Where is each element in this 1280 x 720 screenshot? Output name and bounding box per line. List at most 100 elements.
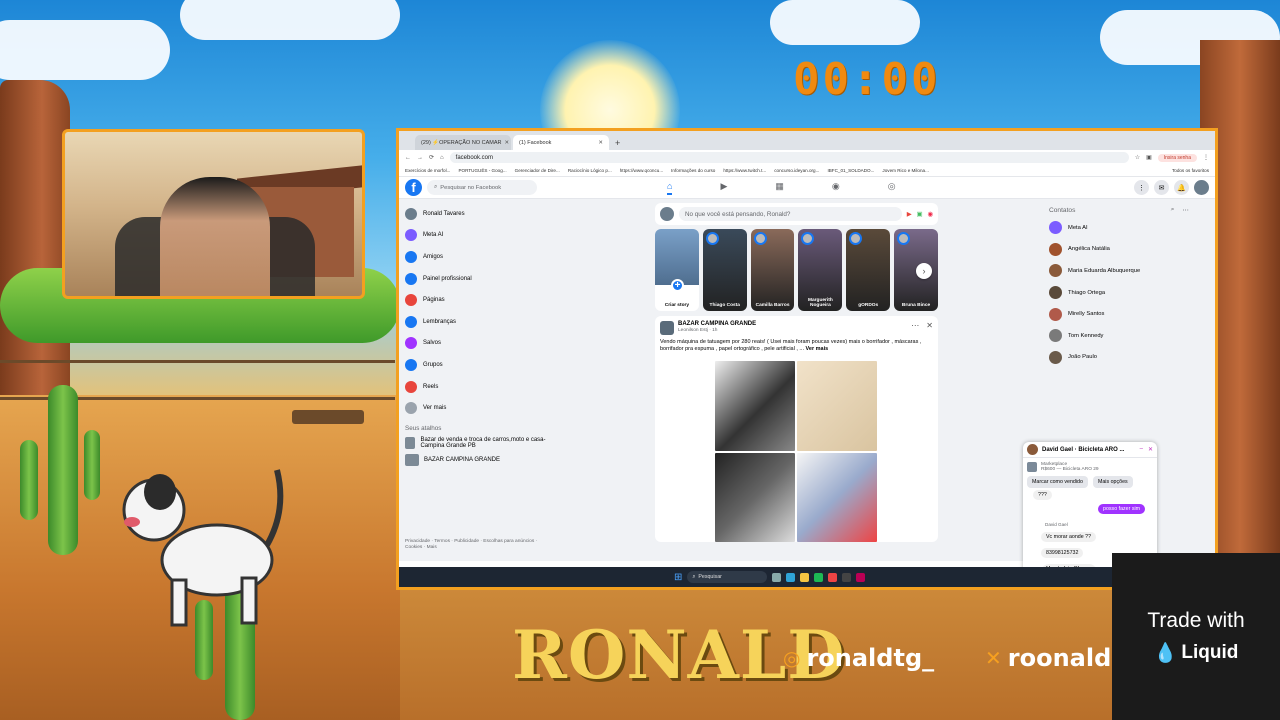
extensions-icon[interactable]: ▣: [1146, 154, 1152, 161]
obs-icon[interactable]: [842, 572, 852, 582]
contact-item[interactable]: Tom Kennedy: [1049, 325, 1189, 347]
post-photos[interactable]: [715, 361, 877, 542]
story-card[interactable]: Marguerith Nogueira: [798, 229, 843, 311]
close-icon[interactable]: ✕: [598, 140, 603, 146]
bookmark-item[interactable]: Exercícios de morfol...: [405, 168, 450, 173]
shortcut-item[interactable]: Bazar de venda e troca de carros,moto e …: [405, 436, 555, 449]
sidebar-item[interactable]: Grupos: [405, 354, 555, 376]
contacts-title: Contatos: [1049, 206, 1076, 214]
close-icon[interactable]: ✕: [505, 140, 510, 146]
sidebar-item[interactable]: Ver mais: [405, 397, 555, 419]
next-stories-icon[interactable]: ›: [916, 263, 932, 279]
new-tab-icon[interactable]: +: [615, 138, 620, 148]
messenger-icon[interactable]: ✉: [1154, 180, 1169, 195]
facebook-search-input[interactable]: ⌕ Pesquisar no Facebook: [427, 180, 537, 195]
marketplace-tab-icon[interactable]: ▦: [775, 181, 784, 195]
photo-1[interactable]: [715, 361, 795, 451]
back-icon[interactable]: ←: [405, 155, 411, 161]
bookmark-item[interactable]: IBFC_01_SOLDADO...: [827, 168, 874, 173]
live-video-icon[interactable]: ▶: [907, 211, 912, 218]
story-card[interactable]: Thiago Costa: [702, 229, 747, 311]
spotify-icon[interactable]: [814, 572, 824, 582]
feeling-icon[interactable]: ◉: [928, 211, 934, 218]
close-icon[interactable]: ✕: [926, 321, 933, 335]
create-story-card[interactable]: + Criar story: [655, 229, 699, 311]
story-card[interactable]: gORDOs: [846, 229, 891, 311]
bookmark-item[interactable]: Todos os favoritos: [1172, 168, 1209, 173]
shortcut-item[interactable]: BAZAR CAMPINA GRANDE: [405, 453, 555, 466]
profile-avatar[interactable]: [1194, 180, 1209, 195]
forward-icon[interactable]: →: [417, 155, 423, 161]
reload-icon[interactable]: ⟳: [429, 154, 434, 161]
contact-item[interactable]: Meta AI: [1049, 217, 1189, 239]
see-more-link[interactable]: Ver mais: [806, 346, 829, 352]
sidebar-item[interactable]: Lembranças: [405, 311, 555, 333]
windows-start-icon[interactable]: ⊞: [674, 572, 682, 583]
photo-4[interactable]: [797, 452, 877, 542]
sidebar-item[interactable]: Ronald Tavares: [405, 203, 555, 225]
address-bar[interactable]: facebook.com: [449, 152, 1129, 163]
menu-icon[interactable]: ⋮: [1203, 154, 1209, 161]
composer-input[interactable]: No que você está pensando, Ronald?: [679, 207, 902, 221]
browser-tab[interactable]: (1) Facebook ✕: [513, 135, 609, 150]
notifications-bell-icon[interactable]: 🔔: [1174, 180, 1189, 195]
bookmark-item[interactable]: PORTUGUÊS - Goog...: [458, 168, 506, 173]
group-name[interactable]: BAZAR CAMPINA GRANDE: [678, 321, 756, 327]
explorer-icon[interactable]: [800, 572, 810, 582]
contact-item[interactable]: Mirelly Santos: [1049, 303, 1189, 325]
mark-as-sold-button[interactable]: Marcar como vendido: [1027, 476, 1088, 488]
contact-name: Maria Eduarda Albuquerque: [1068, 267, 1141, 274]
video-tab-icon[interactable]: ▶: [720, 181, 727, 195]
apps-menu-icon[interactable]: ⋮: [1134, 180, 1149, 195]
home-tab-icon[interactable]: ⌂: [667, 181, 673, 195]
facebook-logo[interactable]: f: [405, 179, 422, 196]
bookmark-item[interactable]: Gerenciador de Dire...: [515, 168, 560, 173]
chat-header[interactable]: David Gael · Bicicleta ARO ... – ✕: [1023, 442, 1157, 458]
sidebar-item[interactable]: Reels: [405, 376, 555, 398]
groups-tab-icon[interactable]: ◉: [832, 181, 840, 195]
more-options-icon[interactable]: ⋯: [1182, 206, 1189, 214]
photo-3[interactable]: [715, 452, 795, 542]
sidebar-item[interactable]: Páginas: [405, 289, 555, 311]
app-icon[interactable]: [856, 572, 866, 582]
photo-2[interactable]: [797, 361, 877, 451]
bookmark-item[interactable]: Informações do curso: [671, 168, 715, 173]
close-icon[interactable]: ✕: [1148, 446, 1153, 453]
browser-tab[interactable]: (29) ⚡OPERAÇÃO NO CAMAR ✕: [415, 135, 511, 150]
task-view-icon[interactable]: [772, 572, 782, 582]
sidebar-item[interactable]: Meta AI: [405, 225, 555, 247]
clock-icon: [405, 315, 417, 328]
search-icon[interactable]: ⌕: [1171, 206, 1175, 214]
sidebar-item[interactable]: Painel profissional: [405, 268, 555, 290]
gaming-tab-icon[interactable]: ◎: [888, 181, 896, 195]
taskbar-search[interactable]: ⌕ Pesquisar: [687, 571, 768, 583]
photo-icon[interactable]: ▣: [917, 211, 923, 218]
contact-item[interactable]: Maria Eduarda Albuquerque: [1049, 260, 1189, 282]
chat-message: 83998125732: [1041, 548, 1084, 558]
marketplace-item[interactable]: Marketplace R$600 — Bicicleta ARO 29: [1023, 458, 1157, 476]
sidebar-item[interactable]: Amigos: [405, 246, 555, 268]
avatar: [1049, 286, 1062, 300]
chrome-icon[interactable]: [828, 572, 838, 582]
more-options-button[interactable]: Mais opções: [1092, 476, 1133, 488]
bookmark-item[interactable]: Raciocínio Lógico p...: [568, 168, 612, 173]
sidebar-item[interactable]: Salvos: [405, 333, 555, 355]
contact-item[interactable]: João Paulo: [1049, 347, 1189, 369]
more-options-icon[interactable]: ⋯: [911, 321, 919, 335]
resume-button[interactable]: Insira senha: [1157, 153, 1197, 162]
edge-icon[interactable]: [786, 572, 796, 582]
contact-item[interactable]: Thiago Ortega: [1049, 282, 1189, 304]
contact-item[interactable]: Angélica Natália: [1049, 239, 1189, 261]
bookmark-item[interactable]: Jovem Rico e Milona...: [882, 168, 928, 173]
bookmark-item[interactable]: https://www.qconcu...: [620, 168, 663, 173]
minimize-icon[interactable]: –: [1140, 446, 1143, 453]
story-card[interactable]: Camilla Barros: [750, 229, 795, 311]
bookmark-item[interactable]: concurso.ideyan.org...: [774, 168, 819, 173]
browser-tab-strip: (29) ⚡OPERAÇÃO NO CAMAR ✕ (1) Facebook ✕ +: [399, 131, 1215, 150]
star-icon[interactable]: ☆: [1135, 154, 1140, 161]
facebook-body: Ronald Tavares Meta AI Amigos Painel profis…: [399, 199, 1215, 587]
bookmark-item[interactable]: https://www.twitch.t...: [723, 168, 766, 173]
chat-message: Vc morar aonde ??: [1041, 532, 1097, 542]
home-icon[interactable]: ⌂: [440, 155, 444, 161]
footer-links[interactable]: Privacidade · Termos · Publicidade · Esc…: [405, 539, 545, 551]
